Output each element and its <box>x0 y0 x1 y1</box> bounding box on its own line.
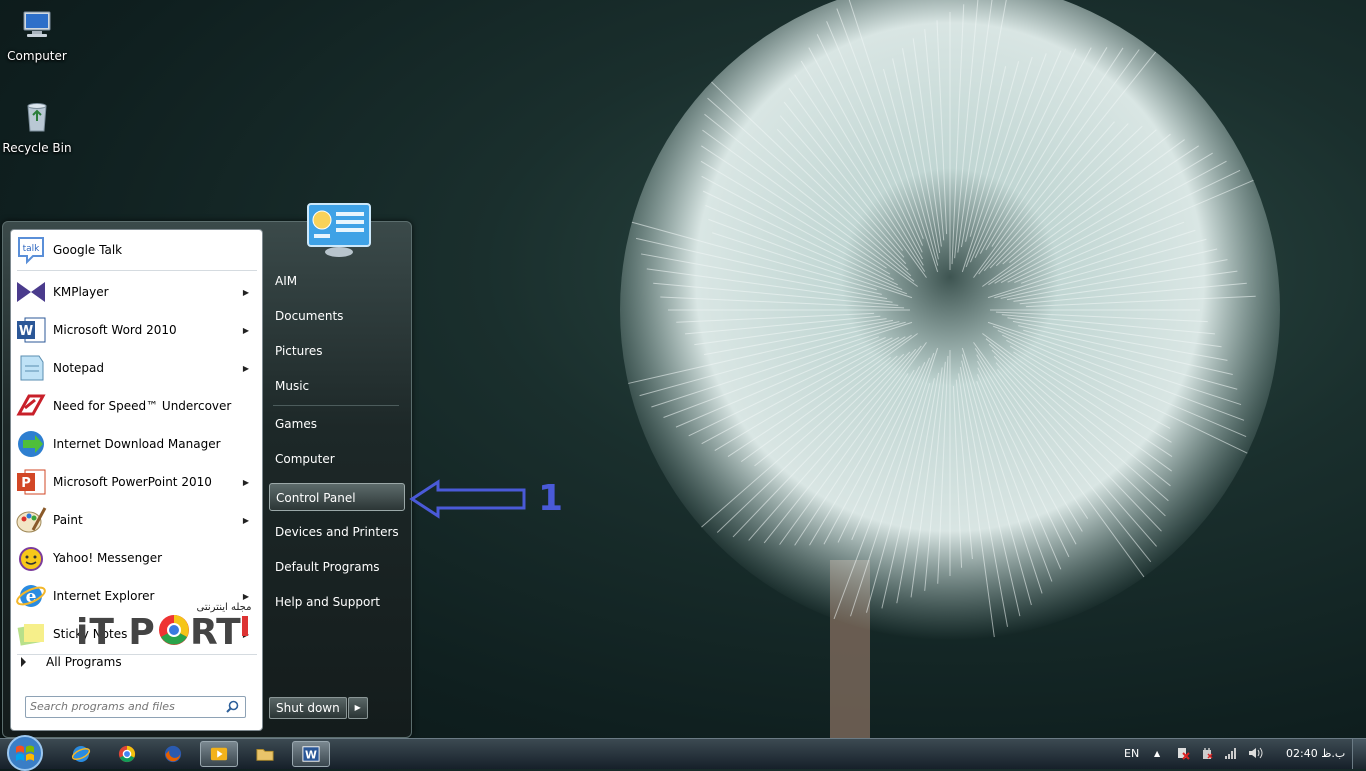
shutdown-options-button[interactable]: ▶ <box>347 697 368 719</box>
show-hidden-icons-button[interactable]: ▲ <box>1154 739 1160 769</box>
start-item-google-talk[interactable]: talk Google Talk <box>13 232 259 268</box>
svg-text:iT P: iT P <box>76 612 156 650</box>
start-right-help-and-support[interactable]: Help and Support <box>269 588 405 616</box>
search-icon[interactable] <box>226 700 239 713</box>
all-programs-button[interactable]: All Programs <box>21 655 122 669</box>
idm-icon <box>18 431 44 457</box>
start-item-label: Microsoft Word 2010 <box>53 323 177 337</box>
taskbar: W EN ▲ 02:40 ب.ظ <box>0 735 1366 771</box>
submenu-arrow-icon: ▶ <box>242 477 249 487</box>
control-panel-icon <box>307 203 371 257</box>
start-item-yahoo-messenger[interactable]: Yahoo! Messenger <box>13 540 259 576</box>
svg-text:W: W <box>305 749 317 762</box>
start-item-label: Google Talk <box>53 243 123 257</box>
yahoo-messenger-icon <box>19 547 43 571</box>
svg-text:W: W <box>19 324 33 339</box>
volume-icon[interactable] <box>1248 739 1264 769</box>
ie-icon <box>71 746 91 762</box>
start-right-music[interactable]: Music <box>269 372 405 400</box>
submenu-arrow-icon: ▶ <box>242 363 249 373</box>
itport-watermark-logo: مجله اینترنتی iT P RT <box>76 602 251 650</box>
start-item-kmplayer[interactable]: KMPlayer ▶ <box>13 274 259 310</box>
start-item-label: Notepad <box>53 361 104 375</box>
explorer-icon <box>256 749 274 761</box>
taskbar-chrome-button[interactable] <box>108 741 146 767</box>
desktop-icon-computer[interactable]: Computer <box>0 8 77 63</box>
sticky-notes-icon <box>17 624 44 646</box>
search-box[interactable] <box>25 696 246 718</box>
media-player-icon <box>210 747 228 761</box>
word-icon: W <box>17 317 46 343</box>
computer-icon <box>23 11 51 37</box>
notepad-icon <box>20 355 44 381</box>
shutdown-group: Shut down ▶ <box>269 697 368 719</box>
shutdown-button[interactable]: Shut down <box>269 697 347 719</box>
divider <box>17 270 257 271</box>
start-item-label: Internet Download Manager <box>53 437 221 451</box>
divider <box>273 405 399 406</box>
language-indicator[interactable]: EN <box>1124 739 1139 769</box>
start-item-label: KMPlayer <box>53 285 109 299</box>
start-item-label: Microsoft PowerPoint 2010 <box>53 475 212 489</box>
svg-text:RT: RT <box>190 612 241 650</box>
submenu-arrow-icon: ▶ <box>242 325 249 335</box>
start-right-control-panel[interactable]: Control Panel <box>269 483 405 511</box>
kmplayer-icon <box>17 282 45 302</box>
chrome-icon <box>118 745 136 763</box>
powerpoint-icon: P <box>17 469 46 495</box>
dandelion-wallpaper <box>620 0 1280 740</box>
taskbar-explorer-button[interactable] <box>246 741 284 767</box>
start-item-label: Paint <box>53 513 83 527</box>
taskbar-word-button[interactable]: W <box>292 741 330 767</box>
annotation-number: 1 <box>538 478 564 519</box>
start-right-default-programs[interactable]: Default Programs <box>269 553 405 581</box>
ie-icon: e <box>16 585 46 607</box>
word-icon: W <box>302 746 320 762</box>
start-orb-icon[interactable] <box>4 735 46 771</box>
desktop-icon-recycle-bin[interactable]: Recycle Bin <box>0 100 77 155</box>
google-talk-icon: talk <box>18 237 44 265</box>
expand-arrow-icon <box>21 657 26 667</box>
action-center-icon[interactable] <box>1176 739 1190 769</box>
firefox-icon <box>164 745 182 763</box>
desktop-icon-label: Recycle Bin <box>2 141 72 155</box>
clock[interactable]: 02:40 ب.ظ <box>1286 739 1345 769</box>
all-programs-label: All Programs <box>46 655 122 669</box>
power-icon[interactable] <box>1200 739 1214 769</box>
svg-text:talk: talk <box>23 244 41 254</box>
search-input[interactable] <box>26 697 224 715</box>
start-item-powerpoint[interactable]: P Microsoft PowerPoint 2010 ▶ <box>13 464 259 500</box>
svg-text:P: P <box>21 476 31 491</box>
start-right-documents[interactable]: Documents <box>269 302 405 330</box>
start-right-aim[interactable]: AIM <box>269 267 405 295</box>
submenu-arrow-icon: ▶ <box>242 515 249 525</box>
annotation-arrow-icon <box>409 479 526 519</box>
start-right-pictures[interactable]: Pictures <box>269 337 405 365</box>
taskbar-media-player-button[interactable] <box>200 741 238 767</box>
start-menu-program-list: talk Google Talk KMPlayer ▶ W Microsoft … <box>10 229 263 731</box>
start-item-notepad[interactable]: Notepad ▶ <box>13 350 259 386</box>
start-item-need-for-speed[interactable]: Need for Speed™ Undercover <box>13 388 259 424</box>
paint-icon <box>16 507 47 533</box>
start-right-computer[interactable]: Computer <box>269 445 405 473</box>
taskbar-ie-button[interactable] <box>62 741 100 767</box>
start-item-label: Need for Speed™ Undercover <box>53 399 232 413</box>
taskbar-firefox-button[interactable] <box>154 741 192 767</box>
start-item-paint[interactable]: Paint ▶ <box>13 502 259 538</box>
nfs-icon <box>16 394 46 416</box>
show-desktop-button[interactable] <box>1352 739 1366 769</box>
recycle-bin-icon <box>27 103 47 132</box>
start-item-label: Yahoo! Messenger <box>53 551 163 565</box>
network-icon[interactable] <box>1224 739 1238 769</box>
start-menu: talk Google Talk KMPlayer ▶ W Microsoft … <box>2 203 412 738</box>
desktop-icon-label: Computer <box>7 49 67 63</box>
start-right-devices-and-printers[interactable]: Devices and Printers <box>269 518 405 546</box>
start-item-idm[interactable]: Internet Download Manager <box>13 426 259 462</box>
start-right-games[interactable]: Games <box>269 410 405 438</box>
start-item-word[interactable]: W Microsoft Word 2010 ▶ <box>13 312 259 348</box>
submenu-arrow-icon: ▶ <box>242 287 249 297</box>
